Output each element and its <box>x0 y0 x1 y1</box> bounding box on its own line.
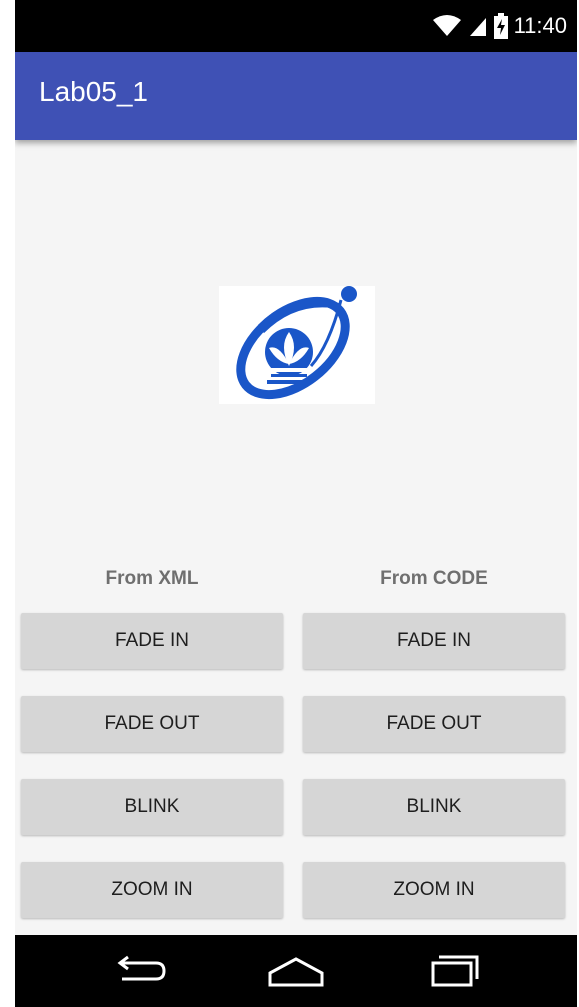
phone-screen: 11:40 Lab05_1 From XML From CODE FADE IN… <box>15 0 577 1007</box>
home-icon[interactable] <box>266 953 326 989</box>
code-blink-button[interactable]: BLINK <box>303 779 565 835</box>
code-fade-in-button[interactable]: FADE IN <box>303 613 565 669</box>
app-bar: Lab05_1 <box>15 52 577 140</box>
code-fade-out-button[interactable]: FADE OUT <box>303 696 565 752</box>
recents-icon[interactable] <box>425 953 485 989</box>
code-zoom-in-button[interactable]: ZOOM IN <box>303 862 565 918</box>
university-logo-icon <box>236 286 357 400</box>
app-title: Lab05_1 <box>39 76 149 107</box>
status-bar: 11:40 <box>15 0 577 52</box>
status-icons: 11:40 <box>432 0 567 52</box>
xml-fade-out-button[interactable]: FADE OUT <box>21 696 283 752</box>
xml-blink-button[interactable]: BLINK <box>21 779 283 835</box>
label-from-xml: From XML <box>105 568 199 589</box>
wifi-icon <box>432 15 461 36</box>
label-from-code: From CODE <box>380 568 488 589</box>
back-icon[interactable] <box>108 953 168 989</box>
status-clock: 11:40 <box>513 13 567 38</box>
logo-image <box>219 286 375 404</box>
xml-fade-in-button[interactable]: FADE IN <box>21 613 283 669</box>
battery-charging-icon <box>493 13 508 39</box>
xml-zoom-in-button[interactable]: ZOOM IN <box>21 862 283 918</box>
navigation-bar <box>15 935 577 1007</box>
cell-signal-icon <box>469 18 486 36</box>
